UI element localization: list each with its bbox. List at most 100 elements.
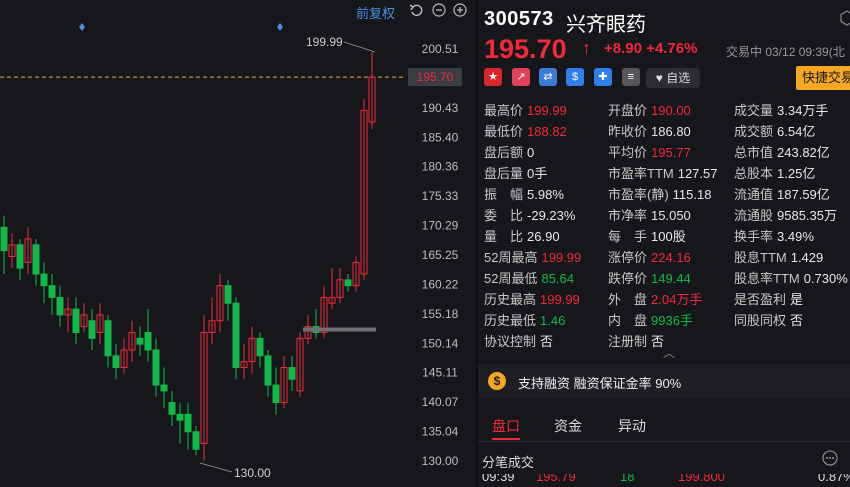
stat-label: 成交量	[734, 103, 774, 118]
stat-label: 总股本	[734, 166, 774, 181]
stat-label: 历史最高	[484, 292, 537, 307]
stat-label: 同股同权	[734, 313, 787, 328]
stat-value: 188.82	[527, 124, 567, 139]
stat-value: 3.34万手	[777, 103, 829, 118]
candle-body	[136, 337, 144, 345]
active-tab-indicator	[492, 438, 520, 440]
candle-body	[16, 244, 24, 269]
candle-body	[72, 308, 80, 333]
fast-trade-button[interactable]: 快捷交易	[796, 66, 850, 90]
stat-label: 涨停价	[608, 250, 648, 265]
stat-label: 市盈率(静)	[608, 187, 669, 202]
stat-item: 股息率TTM 0.730%	[734, 268, 848, 288]
stat-label: 平均价	[608, 145, 648, 160]
candle-body	[144, 331, 152, 351]
stat-item: 平均价 195.77	[608, 142, 691, 162]
expand-chevron-icon[interactable]: ︿	[663, 344, 675, 361]
high-annotation: 199.99	[306, 35, 343, 49]
stat-value: 9585.35万	[777, 208, 838, 223]
stat-item: 总股本 1.25亿	[734, 163, 815, 183]
tab-yidong[interactable]: 异动	[618, 416, 646, 436]
tag-icon[interactable]: ✚	[594, 68, 612, 86]
low-annotation: 130.00	[234, 466, 271, 480]
candle-body	[40, 273, 48, 287]
stat-item: 昨收价 186.80	[608, 121, 691, 141]
stat-label: 52周最高	[484, 250, 538, 265]
stat-label: 昨收价	[608, 124, 648, 139]
stat-value: 224.16	[651, 250, 691, 265]
stat-item: 最高价 199.99	[484, 100, 567, 120]
stat-value: 6.54亿	[777, 124, 816, 139]
stat-label: 流通值	[734, 187, 774, 202]
stat-value: 15.050	[651, 208, 691, 223]
stat-item: 成交额 6.54亿	[734, 121, 815, 141]
candle-body	[176, 413, 184, 421]
zoom-out-icon[interactable]	[432, 3, 446, 20]
price-change: +8.90 +4.76%	[604, 40, 698, 57]
tab-pankou[interactable]: 盘口	[492, 416, 520, 436]
stat-value: 1.46	[540, 313, 566, 328]
china-flag-icon[interactable]: ★	[484, 68, 502, 86]
stat-label: 换手率	[734, 229, 774, 244]
adjust-mode-button[interactable]: 前复权	[356, 3, 395, 22]
add-favorite-button[interactable]: ♥ 自选	[646, 68, 700, 88]
stat-item: 历史最低 1.46	[484, 310, 565, 330]
candle-body	[152, 349, 160, 386]
stat-value: 199.99	[540, 292, 580, 307]
margin-info-bar[interactable]: $ 支持融资 融资保证金率 90%	[478, 364, 850, 398]
zoom-in-icon[interactable]	[453, 3, 467, 20]
candle-body	[232, 302, 240, 369]
stat-label: 成交额	[734, 124, 774, 139]
stat-item: 52周最低 85.64	[484, 268, 574, 288]
stat-label: 52周最低	[484, 271, 538, 286]
tick-trades-title: 分笔成交	[482, 455, 535, 470]
stat-item: 同股同权否	[734, 310, 803, 330]
candle-body	[0, 226, 8, 252]
stat-value: 190.00	[651, 103, 691, 118]
stat-value: 199.99	[541, 250, 582, 265]
y-tick-label: 185.40	[422, 130, 459, 144]
candle-body	[104, 320, 112, 357]
low-annotation-leader	[199, 462, 233, 473]
stat-label: 振 幅	[484, 187, 524, 202]
book-icon[interactable]: ≡	[622, 68, 640, 86]
trading-status: 交易中 03/12 09:39(北	[726, 45, 845, 59]
stat-item: 市盈率(静) 115.18	[608, 184, 711, 204]
candle-body	[88, 320, 96, 339]
stat-value: 否	[540, 334, 554, 349]
stat-label: 跌停价	[608, 271, 648, 286]
stat-item: 流通股 9585.35万	[734, 205, 837, 225]
trade-row: 09:39 195.79 18 199.800 0.87%	[482, 474, 850, 484]
stat-value: 149.44	[651, 271, 691, 286]
kline-chart[interactable]: 200.51 190.43 185.40 180.36 175.33 170.29 165.…	[0, 0, 476, 487]
margin-coin-icon: $	[488, 372, 506, 390]
stat-item: 协议控制否	[484, 331, 553, 351]
stat-label: 量 比	[484, 229, 524, 244]
connect-icon[interactable]: ⇄	[539, 68, 557, 86]
tab-zijin[interactable]: 资金	[554, 416, 582, 436]
chart-tag-icon[interactable]: ↗	[512, 68, 530, 86]
undo-icon[interactable]	[409, 3, 423, 20]
more-icon[interactable]	[822, 450, 838, 471]
quote-panel: 300573 兴齐眼药 195.70 ↑ +8.90 +4.76% 交易中 03…	[478, 0, 850, 487]
dollar-icon[interactable]: $	[566, 68, 584, 86]
stat-value: 否	[790, 313, 804, 328]
y-tick-label: 150.14	[422, 336, 459, 350]
stat-label: 委 比	[484, 208, 524, 223]
detail-tabs: 盘口 资金 异动	[478, 402, 850, 442]
stat-label: 盘后量	[484, 166, 524, 181]
candle-body	[272, 384, 280, 404]
stat-item: 52周最高 199.99	[484, 247, 581, 267]
candle-body	[112, 355, 120, 369]
stat-item: 跌停价 149.44	[608, 268, 691, 288]
y-tick-label: 155.18	[422, 307, 459, 321]
kline-svg[interactable]: 200.51 190.43 185.40 180.36 175.33 170.29 165.…	[0, 0, 476, 487]
candle-body	[344, 279, 352, 287]
candle-body	[184, 413, 192, 433]
stat-item: 涨停价 224.16	[608, 247, 691, 267]
settings-hex-icon[interactable]	[840, 10, 850, 31]
y-tick-label: 140.07	[422, 395, 459, 409]
stat-value: 1.25亿	[777, 166, 816, 181]
stat-label: 协议控制	[484, 334, 537, 349]
candle-body	[224, 285, 232, 304]
